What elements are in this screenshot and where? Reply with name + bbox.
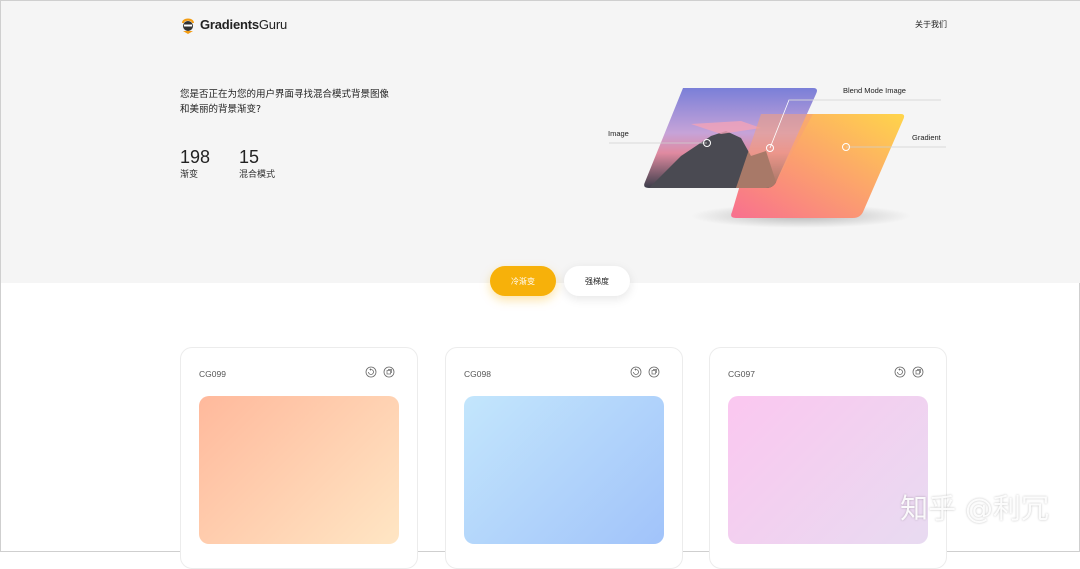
restart-icon[interactable] xyxy=(630,365,642,378)
card-title: CG098 xyxy=(464,369,491,379)
stat-label: 混合模式 xyxy=(239,170,276,180)
gradient-card: CG097 xyxy=(709,347,947,569)
gradient-card: CG098 xyxy=(445,347,683,569)
illustration-graphic xyxy=(609,88,946,228)
card-title: CG097 xyxy=(728,369,755,379)
guru-logo-icon xyxy=(182,18,194,34)
watermark: 知乎 @利冗 xyxy=(900,492,1049,525)
blend-illustration: Image Blend Mode Image Gradient xyxy=(601,76,961,251)
logo[interactable]: GradientsGuru xyxy=(180,14,287,34)
label-blend-mode: Blend Mode Image xyxy=(843,86,906,95)
stat-value: 15 xyxy=(239,147,260,167)
card-title: CG099 xyxy=(199,369,226,379)
card-actions xyxy=(630,365,660,378)
label-gradient: Gradient xyxy=(912,133,941,142)
restart-icon[interactable] xyxy=(894,365,906,378)
hero-tagline: 您是否正在为您的用户界面寻找混合模式背景图像和美丽的背景渐变? xyxy=(180,89,390,115)
label-image: Image xyxy=(608,129,629,138)
gradient-card: CG099 xyxy=(180,347,418,569)
hero-section: GradientsGuru 关于我们 您是否正在为您的用户界面寻找混合模式背景图… xyxy=(1,1,1080,283)
about-link[interactable]: 关于我们 xyxy=(915,19,947,30)
tab-cool-gradients[interactable]: 冷渐变 xyxy=(490,266,556,296)
gradient-swatch[interactable] xyxy=(464,396,664,544)
stat-label: 渐变 xyxy=(180,170,199,180)
gradient-swatch[interactable] xyxy=(199,396,399,544)
copy-icon[interactable] xyxy=(383,365,395,378)
logo-text: GradientsGuru xyxy=(200,16,287,32)
restart-icon[interactable] xyxy=(365,365,377,378)
gradient-swatch[interactable] xyxy=(728,396,928,544)
gradient-type-tabs: 冷渐变 强梯度 xyxy=(490,266,630,296)
card-actions xyxy=(365,365,395,378)
stat-value: 198 xyxy=(180,147,211,167)
stat-gradients: 198 渐变 xyxy=(180,147,210,180)
card-actions xyxy=(894,365,924,378)
copy-icon[interactable] xyxy=(912,365,924,378)
copy-icon[interactable] xyxy=(648,365,660,378)
tab-strong-gradients[interactable]: 强梯度 xyxy=(564,266,630,296)
stat-blend-modes: 15 混合模式 xyxy=(239,147,275,180)
